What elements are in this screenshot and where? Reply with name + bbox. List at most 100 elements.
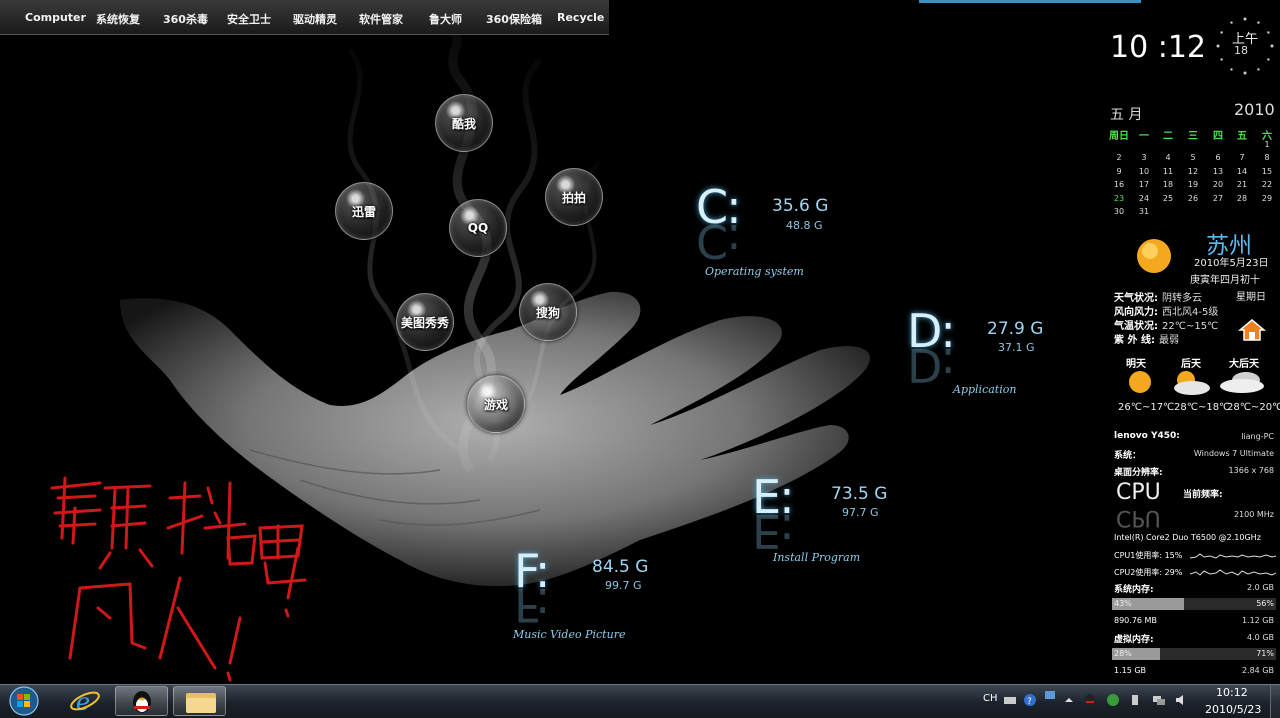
keyboard-icon[interactable] [1003,693,1017,707]
tray-language[interactable]: CH [983,693,998,704]
calendar-day[interactable]: 3 [1132,153,1156,162]
virtual-memory-total: 4.0 GB [1247,633,1274,642]
360-tray-icon[interactable] [1106,693,1120,707]
launch-driver-genius[interactable]: 驱动精灵 [293,11,337,27]
weather-row: 紫 外 线: 最弱 [1114,335,1179,346]
weather-row: 天气状况: 阴转多云 [1114,293,1202,304]
calendar-day[interactable]: 13 [1206,167,1230,176]
tray-date[interactable]: 2010/5/23 [1205,703,1261,716]
bubble-xunlei[interactable]: 迅雷 [335,182,393,240]
clock-time: 10 :12 [1110,30,1206,65]
bubble-label: 酷我 [451,116,476,131]
memory-free-percent: 56% [1256,599,1274,608]
cpu2-graph [1190,569,1276,576]
drive-free-space: 73.5 G [831,484,888,504]
calendar-day[interactable]: 11 [1156,167,1180,176]
forecast-temp-1: 26℃~17℃ [1118,402,1175,413]
calendar-day[interactable]: 2 [1107,153,1131,162]
weather-row: 风向风力: 西北风4-5级 [1114,307,1219,318]
svg-text:e: e [76,688,90,716]
bubble-games[interactable]: 游戏 [467,375,525,433]
ime-icon[interactable] [1043,689,1057,703]
calendar-day[interactable]: 25 [1156,194,1180,203]
help-icon[interactable]: ? [1023,693,1037,707]
calendar-day[interactable]: 26 [1181,194,1205,203]
bubble-label: 拍拍 [561,190,586,205]
calendar-weekday: 三 [1188,131,1198,142]
virtual-memory-used-percent: 28% [1114,649,1132,658]
weather-date: 2010年5月23日 [1194,258,1269,269]
virtual-memory-label: 虚拟内存: [1114,635,1154,645]
calendar-day[interactable]: 24 [1132,194,1156,203]
launch-ludashi[interactable]: 鲁大师 [429,11,462,27]
tray-time[interactable]: 10:12 [1216,686,1248,699]
bubble-label: 游戏 [483,397,508,412]
calendar-day[interactable]: 22 [1255,180,1279,189]
calendar-day[interactable]: 20 [1206,180,1230,189]
partly-cloudy-icon [1174,371,1210,395]
calendar-day[interactable]: 4 [1156,153,1180,162]
calendar-day[interactable]: 17 [1132,180,1156,189]
calendar-day[interactable]: 7 [1230,153,1254,162]
sun-icon [1137,239,1171,273]
calendar-day[interactable]: 31 [1132,207,1156,216]
system-resolution-label: 桌面分辨率: [1114,468,1163,478]
memory-used-percent: 43% [1114,599,1132,608]
memory-label: 系统内存: [1114,585,1154,595]
calendar-day[interactable]: 14 [1230,167,1254,176]
calendar-day[interactable]: 16 [1107,180,1131,189]
launch-360-safe-box[interactable]: 360保险箱 [486,11,542,27]
drive-letter-reflection: D: [907,338,954,392]
system-resolution: 1366 x 768 [1228,466,1274,475]
home-icon[interactable] [1238,318,1266,342]
system-os: Windows 7 Ultimate [1193,449,1274,458]
launch-system-restore[interactable]: 系统恢复 [96,11,140,27]
usb-icon[interactable] [1128,693,1142,707]
bubble-meitu[interactable]: 美图秀秀 [396,293,454,351]
weather-lunar-date: 庚寅年四月初十 [1190,275,1260,286]
virtual-memory-used: 1.15 GB [1114,666,1147,675]
calendar-day[interactable]: 28 [1230,194,1254,203]
drive-free-space: 27.9 G [987,319,1044,339]
volume-icon[interactable] [1174,693,1188,707]
calendar-day[interactable]: 6 [1206,153,1230,162]
svg-text:?: ? [1027,697,1032,707]
taskbar-qq[interactable] [115,686,168,716]
calendar-day[interactable]: 21 [1230,180,1254,189]
internet-explorer-icon: e [70,688,100,716]
start-orb-icon[interactable] [5,686,43,716]
drive-label: Operating system [705,265,804,278]
system-model: lenovo Y450: [1114,431,1180,441]
calendar-day[interactable]: 10 [1132,167,1156,176]
calendar-day[interactable]: 30 [1107,207,1131,216]
network-icon[interactable] [1152,693,1166,707]
bubble-paipai[interactable]: 拍拍 [545,168,603,226]
launch-computer[interactable]: Computer [25,11,86,24]
calendar-day[interactable]: 27 [1206,194,1230,203]
calendar-day[interactable]: 8 [1255,153,1279,162]
calendar-day[interactable]: 19 [1181,180,1205,189]
bubble-qq[interactable]: QQ [449,199,507,257]
bubble-sogou[interactable]: 搜狗 [519,283,577,341]
memory-total: 2.0 GB [1247,583,1274,592]
drive-total-space: 97.7 G [842,506,879,519]
show-desktop-button[interactable] [1270,685,1280,718]
calendar-day[interactable]: 9 [1107,167,1131,176]
calendar-day[interactable]: 15 [1255,167,1279,176]
calendar-day[interactable]: 23 [1107,194,1131,203]
launch-recycle-bin[interactable]: Recycle [557,11,604,24]
calendar-day[interactable]: 18 [1156,180,1180,189]
calendar-day[interactable]: 1 [1255,140,1279,149]
cpu-logo-reflection: CPU [1116,505,1161,530]
launch-software-manager[interactable]: 软件管家 [359,11,403,27]
qq-tray-icon[interactable] [1083,693,1097,707]
launch-360-antivirus[interactable]: 360杀毒 [163,11,208,27]
calendar-day[interactable]: 5 [1181,153,1205,162]
launch-360-safeguard[interactable]: 安全卫士 [227,11,271,27]
calendar-day[interactable]: 12 [1181,167,1205,176]
taskbar-explorer[interactable] [173,686,226,716]
bubble-kuwo[interactable]: 酷我 [435,94,493,152]
chevron-up-icon[interactable] [1062,693,1076,707]
calendar-day[interactable]: 29 [1255,194,1279,203]
taskbar-ie[interactable]: e [62,686,108,716]
